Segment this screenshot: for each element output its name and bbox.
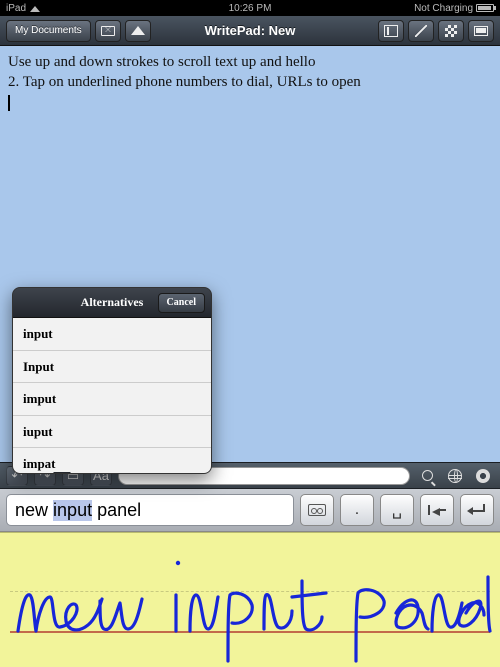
text-line-1: Use up and down strokes to scroll text u…	[8, 52, 492, 72]
pen-button[interactable]	[408, 20, 434, 42]
tab-icon	[428, 505, 446, 515]
battery-icon	[476, 4, 494, 12]
panel-button[interactable]	[378, 20, 404, 42]
word-2[interactable]: panel	[97, 500, 141, 521]
pen-icon	[415, 25, 427, 37]
settings-button[interactable]	[472, 466, 494, 486]
period-label: .	[355, 501, 359, 519]
mail-icon	[101, 26, 115, 36]
return-icon	[469, 504, 485, 516]
alternatives-popover: Alternatives Cancel input Input imput iu…	[12, 287, 212, 474]
alt-item[interactable]: impat	[13, 448, 211, 473]
handwriting-strokes	[0, 533, 500, 667]
back-button[interactable]: My Documents	[6, 20, 91, 42]
broadcast-icon	[131, 26, 145, 36]
alt-item[interactable]: iuput	[13, 416, 211, 449]
popover-arrow-icon	[53, 472, 71, 474]
panel-icon	[384, 25, 398, 37]
alternatives-list: input Input imput iuput impat	[13, 318, 211, 473]
grid-button[interactable]	[438, 20, 464, 42]
web-button[interactable]	[444, 466, 466, 486]
alt-item[interactable]: input	[13, 318, 211, 351]
status-time: 10:26 PM	[0, 3, 500, 14]
recognition-bar: new input panel . ␣	[0, 489, 500, 532]
voice-button[interactable]	[300, 494, 334, 526]
search-icon	[422, 470, 433, 481]
search-button[interactable]	[416, 466, 438, 486]
globe-icon	[448, 469, 462, 483]
recognized-text[interactable]: new input panel	[6, 494, 294, 526]
word-0[interactable]: new	[15, 500, 48, 521]
cassette-icon	[308, 504, 326, 516]
cancel-label: Cancel	[167, 296, 196, 310]
back-label: My Documents	[15, 25, 82, 36]
word-1-selected[interactable]: input	[53, 500, 92, 521]
compose-button[interactable]	[468, 20, 494, 42]
tab-button[interactable]	[420, 494, 454, 526]
popover-title: Alternatives	[81, 294, 144, 310]
handwriting-panel[interactable]	[0, 532, 500, 667]
compose-icon	[474, 26, 488, 36]
popover-header: Alternatives Cancel	[13, 288, 211, 318]
gear-icon	[476, 469, 490, 483]
mail-button[interactable]	[95, 20, 121, 42]
nav-bar: My Documents WritePad: New	[0, 16, 500, 46]
grid-icon	[445, 25, 457, 37]
period-button[interactable]: .	[340, 494, 374, 526]
share-button[interactable]	[125, 20, 151, 42]
status-bar: iPad 10:26 PM Not Charging	[0, 0, 500, 16]
alt-item[interactable]: Input	[13, 351, 211, 384]
text-cursor	[8, 95, 10, 111]
space-label: ␣	[392, 500, 402, 520]
space-button[interactable]: ␣	[380, 494, 414, 526]
cancel-button[interactable]: Cancel	[158, 293, 205, 313]
return-button[interactable]	[460, 494, 494, 526]
text-line-2: 2. Tap on underlined phone numbers to di…	[8, 72, 492, 92]
document-area[interactable]: Use up and down strokes to scroll text u…	[0, 46, 500, 462]
alt-item[interactable]: imput	[13, 383, 211, 416]
